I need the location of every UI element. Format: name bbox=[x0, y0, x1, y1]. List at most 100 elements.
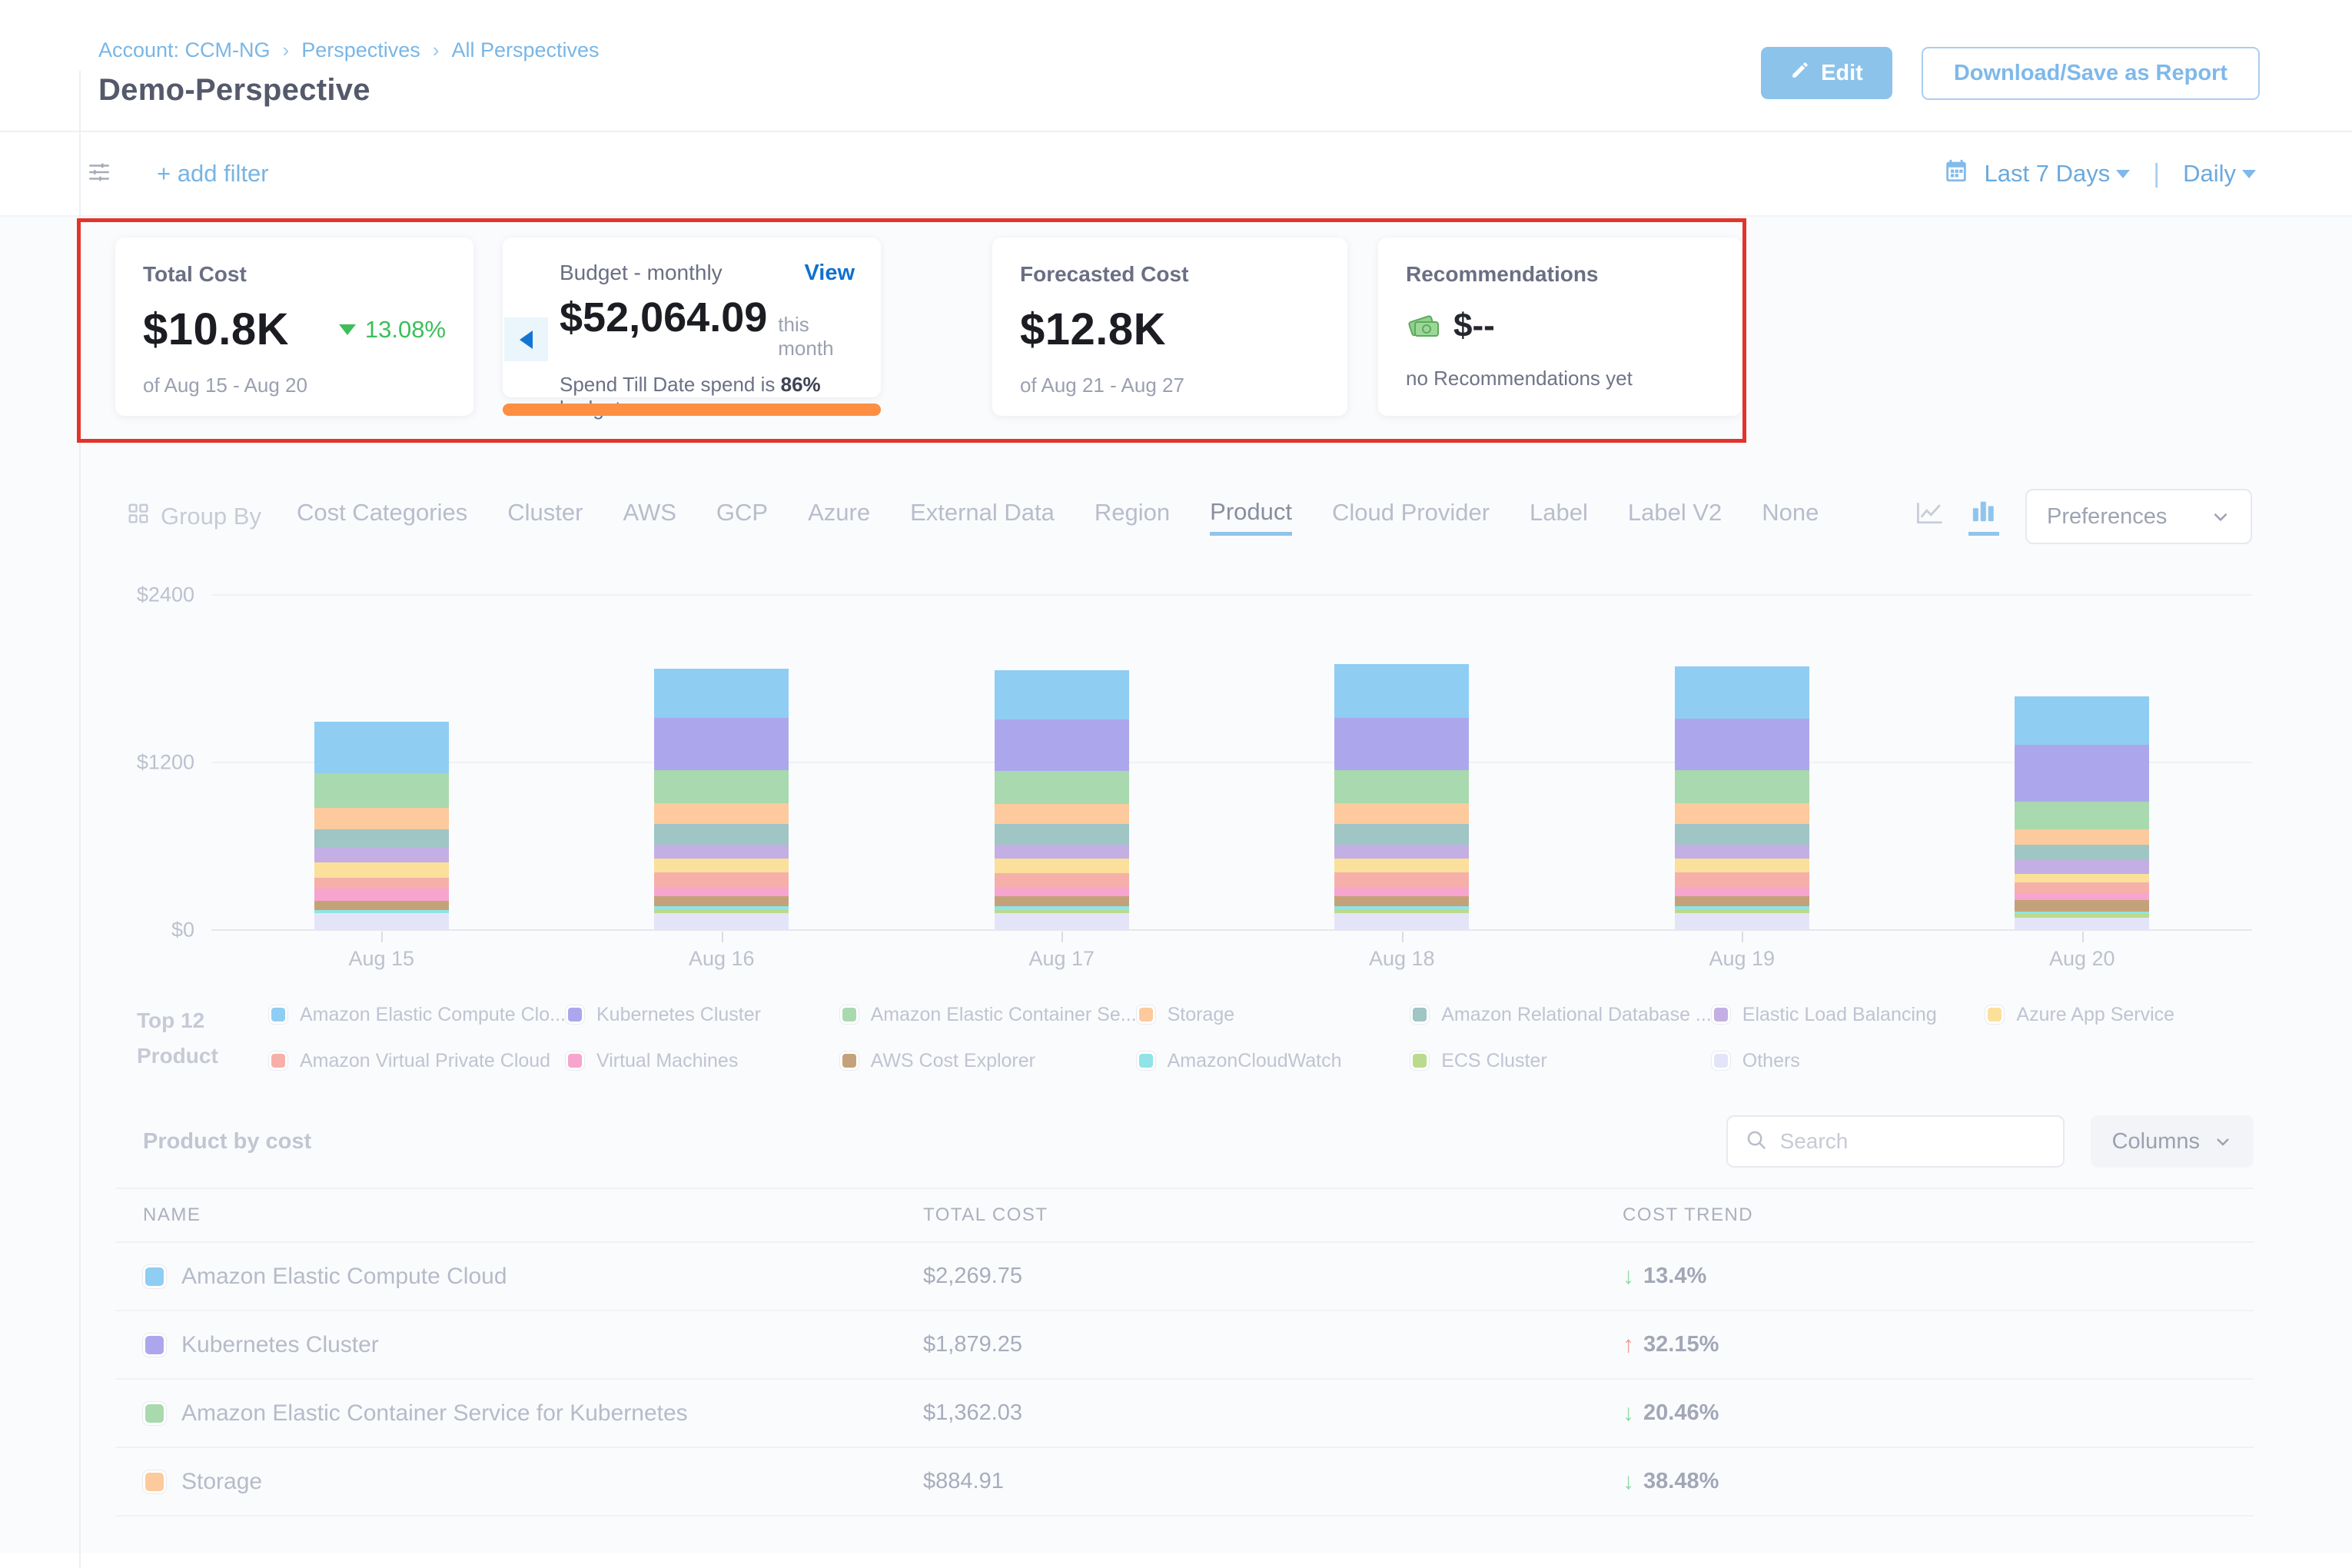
legend-swatch bbox=[566, 1051, 584, 1070]
group-by-tab-cost-categories[interactable]: Cost Categories bbox=[297, 499, 467, 534]
page-header: Account: CCM-NG›Perspectives›All Perspec… bbox=[0, 0, 2352, 131]
row-cost-trend: ↓38.48% bbox=[1623, 1469, 2254, 1495]
group-by-tab-azure[interactable]: Azure bbox=[808, 499, 870, 534]
bar-chart-icon[interactable] bbox=[1968, 497, 1999, 536]
bar-segment bbox=[2015, 829, 2149, 844]
budget-view-link[interactable]: View bbox=[804, 261, 855, 286]
legend-swatch bbox=[269, 1051, 287, 1070]
filter-settings-icon[interactable] bbox=[86, 159, 112, 189]
preferences-dropdown[interactable]: Preferences bbox=[2025, 489, 2252, 544]
chart-x-tick-label: Aug 18 bbox=[1232, 947, 1573, 971]
group-by-tab-label[interactable]: Label bbox=[1530, 499, 1588, 534]
legend-item[interactable]: Azure App Service bbox=[1985, 1002, 2260, 1028]
edit-button[interactable]: Edit bbox=[1761, 47, 1892, 99]
legend-item[interactable]: Amazon Virtual Private Cloud bbox=[269, 1048, 566, 1074]
row-name: Storage bbox=[181, 1469, 262, 1495]
search-input[interactable] bbox=[1780, 1129, 2046, 1154]
card-label: Forecasted Cost bbox=[1020, 262, 1320, 287]
legend-swatch bbox=[566, 1005, 584, 1024]
columns-dropdown[interactable]: Columns bbox=[2091, 1115, 2254, 1168]
total-cost-card: Total Cost $10.8K 13.08% of Aug 15 - Aug… bbox=[115, 238, 473, 416]
row-color-swatch bbox=[143, 1334, 166, 1357]
column-header-cost-trend: COST TREND bbox=[1623, 1204, 2254, 1226]
table-row[interactable]: Storage$884.91↓38.48% bbox=[115, 1448, 2254, 1517]
group-by-tab-cluster[interactable]: Cluster bbox=[507, 499, 583, 534]
table-row[interactable]: Kubernetes Cluster$1,879.25↑32.15% bbox=[115, 1311, 2254, 1380]
legend-item[interactable]: Kubernetes Cluster bbox=[566, 1002, 840, 1028]
search-box bbox=[1726, 1115, 2065, 1168]
legend-item[interactable]: Elastic Load Balancing bbox=[1712, 1002, 1986, 1028]
bar-segment bbox=[1675, 913, 1809, 930]
carousel-prev-button[interactable] bbox=[504, 317, 548, 361]
chart-x-tick bbox=[1402, 932, 1404, 942]
total-cost-value: $10.8K bbox=[143, 304, 289, 355]
legend-item[interactable]: Virtual Machines bbox=[566, 1048, 840, 1074]
main-content: Total Cost $10.8K 13.08% of Aug 15 - Aug… bbox=[0, 217, 2352, 1553]
bar-segment bbox=[2015, 882, 2149, 893]
group-by-tab-cloud-provider[interactable]: Cloud Provider bbox=[1332, 499, 1490, 534]
time-range-dropdown[interactable]: Last 7 Days bbox=[1985, 160, 2131, 188]
bar-segment bbox=[1334, 872, 1469, 886]
breadcrumb-item[interactable]: Account: CCM-NG bbox=[98, 38, 271, 62]
legend-label: Others bbox=[1742, 1050, 1800, 1072]
legend-swatch bbox=[1137, 1005, 1155, 1024]
bar-segment bbox=[314, 901, 449, 910]
chart-y-tick-label: $2400 bbox=[127, 583, 194, 607]
chart-bars bbox=[211, 595, 2252, 930]
legend-item[interactable]: Amazon Relational Database ... bbox=[1410, 1002, 1712, 1028]
legend-item[interactable]: Others bbox=[1712, 1048, 1986, 1074]
legend-item[interactable]: AWS Cost Explorer bbox=[840, 1048, 1137, 1074]
group-by-tabs: Cost Categories Cluster AWS GCP Azure Externa… bbox=[297, 498, 1915, 536]
chart-bar-slot bbox=[892, 595, 1232, 930]
bar-segment bbox=[1675, 859, 1809, 872]
chart-x-tick-label: Aug 17 bbox=[892, 947, 1232, 971]
legend-spacer bbox=[1985, 1048, 2260, 1074]
legend-item[interactable]: AmazonCloudWatch bbox=[1137, 1048, 1411, 1074]
table-row[interactable]: Amazon Elastic Container Service for Kub… bbox=[115, 1380, 2254, 1448]
forecast-period: of Aug 21 - Aug 27 bbox=[1020, 374, 1320, 397]
bar-segment bbox=[314, 722, 449, 772]
chevron-down-icon bbox=[2211, 507, 2231, 527]
group-by-tab-aws[interactable]: AWS bbox=[623, 499, 676, 534]
recommendations-value: $-- bbox=[1453, 307, 1495, 345]
chart-y-tick-label: $1200 bbox=[127, 751, 194, 775]
breadcrumb-separator: › bbox=[433, 38, 440, 62]
bar-segment bbox=[654, 803, 789, 824]
row-name: Amazon Elastic Container Service for Kub… bbox=[181, 1400, 688, 1427]
stacked-bar-aug-15 bbox=[314, 722, 449, 930]
legend-label: Amazon Virtual Private Cloud bbox=[300, 1050, 550, 1072]
chevron-down-icon bbox=[2242, 170, 2256, 178]
chart-x-tick bbox=[2082, 932, 2084, 942]
forecasted-cost-card: Forecasted Cost $12.8K of Aug 21 - Aug 2… bbox=[992, 238, 1347, 416]
row-color-swatch bbox=[143, 1402, 166, 1425]
chart-x-tick bbox=[381, 932, 383, 942]
bar-segment bbox=[995, 887, 1129, 897]
granularity-dropdown[interactable]: Daily bbox=[2183, 160, 2256, 188]
legend-swatch bbox=[1410, 1051, 1429, 1070]
legend-item[interactable]: Storage bbox=[1137, 1002, 1411, 1028]
legend-item[interactable]: Amazon Elastic Compute Clo... bbox=[269, 1002, 566, 1028]
column-header-name: NAME bbox=[143, 1204, 923, 1226]
legend-item[interactable]: ECS Cluster bbox=[1410, 1048, 1712, 1074]
legend-swatch bbox=[1712, 1051, 1730, 1070]
group-by-tab-label-v2[interactable]: Label V2 bbox=[1628, 499, 1722, 534]
table-row[interactable]: Amazon Elastic Compute Cloud$2,269.75↓13… bbox=[115, 1243, 2254, 1311]
download-save-report-button[interactable]: Download/Save as Report bbox=[1922, 47, 2260, 100]
bar-segment bbox=[1334, 913, 1469, 930]
bar-segment bbox=[1334, 664, 1469, 718]
breadcrumb-item[interactable]: Perspectives bbox=[301, 38, 420, 62]
bar-segment bbox=[2015, 900, 2149, 912]
breadcrumb-item[interactable]: All Perspectives bbox=[451, 38, 599, 62]
group-by-tab-product[interactable]: Product bbox=[1210, 498, 1292, 536]
group-by-tab-gcp[interactable]: GCP bbox=[716, 499, 768, 534]
legend-label: AWS Cost Explorer bbox=[871, 1050, 1035, 1072]
line-chart-icon[interactable] bbox=[1915, 500, 1945, 534]
page-title: Demo-Perspective bbox=[98, 73, 600, 108]
legend-item[interactable]: Amazon Elastic Container Se... bbox=[840, 1002, 1137, 1028]
budget-value: $52,064.09 bbox=[560, 294, 767, 341]
group-by-tab-region[interactable]: Region bbox=[1095, 499, 1170, 534]
bar-segment bbox=[2015, 745, 2149, 802]
group-by-tab-none[interactable]: None bbox=[1762, 499, 1819, 534]
group-by-tab-external-data[interactable]: External Data bbox=[910, 499, 1055, 534]
add-filter-button[interactable]: + add filter bbox=[157, 160, 269, 188]
